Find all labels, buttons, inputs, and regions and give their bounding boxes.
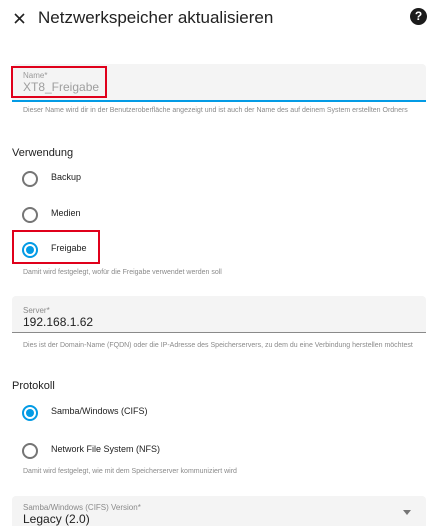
radio-label-medien: Medien (51, 208, 81, 218)
cifs-version-value[interactable]: Legacy (2.0) (23, 512, 90, 526)
usage-section-title: Verwendung (12, 147, 74, 159)
radio-label-backup: Backup (51, 172, 82, 182)
radio-label-nfs: Network File System (NFS) (51, 444, 161, 454)
close-button[interactable] (10, 6, 32, 30)
dialog-header: Netzwerkspeicher aktualisieren ? (0, 0, 434, 40)
name-field-helper: Dieser Name wird dir in der Benutzerober… (23, 107, 408, 114)
highlight-box-name (11, 66, 107, 98)
radio-label-cifs: Samba/Windows (CIFS) (51, 406, 148, 416)
radio-button[interactable] (22, 171, 38, 187)
protocol-helper: Damit wird festgelegt, wie mit dem Speic… (23, 468, 237, 475)
help-icon[interactable]: ? (410, 8, 427, 25)
usage-helper: Damit wird festgelegt, wofür die Freigab… (23, 269, 222, 276)
server-field-helper: Dies ist der Domain-Name (FQDN) oder die… (23, 342, 413, 349)
radio-button[interactable] (22, 443, 38, 459)
server-field[interactable]: Server* 192.168.1.62 (12, 296, 426, 333)
highlight-box-freigabe (12, 230, 100, 264)
radio-button[interactable] (22, 207, 38, 223)
protocol-section-title: Protokoll (12, 380, 55, 392)
server-field-label: Server* (23, 306, 50, 315)
dropdown-arrow-icon[interactable] (403, 510, 411, 515)
close-icon (14, 13, 25, 24)
dialog-title: Netzwerkspeicher aktualisieren (38, 8, 274, 27)
radio-protocol-cifs[interactable]: Samba/Windows (CIFS) (22, 403, 322, 423)
radio-usage-medien[interactable]: Medien (22, 205, 322, 225)
radio-usage-backup[interactable]: Backup (22, 169, 322, 189)
cifs-version-label: Samba/Windows (CIFS) Version* (23, 503, 141, 512)
radio-protocol-nfs[interactable]: Network File System (NFS) (22, 441, 322, 461)
server-field-value[interactable]: 192.168.1.62 (23, 315, 93, 329)
radio-button-checked[interactable] (22, 405, 38, 421)
